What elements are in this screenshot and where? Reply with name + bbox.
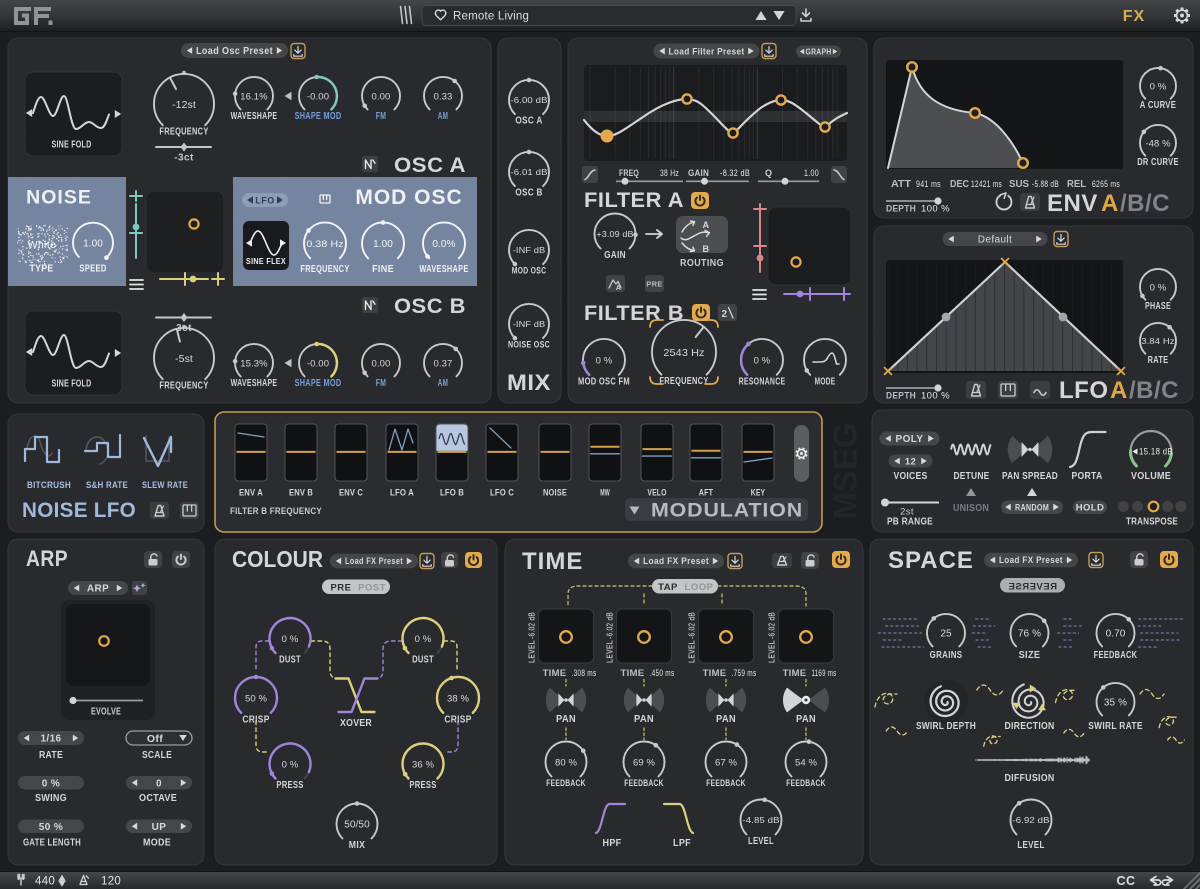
svg-text:FX: FX: [1123, 8, 1145, 25]
svg-text:CC: CC: [1116, 874, 1135, 888]
svg-text:120: 120: [101, 876, 121, 888]
svg-text:Remote Living: Remote Living: [453, 11, 529, 23]
svg-text:440: 440: [35, 876, 55, 888]
